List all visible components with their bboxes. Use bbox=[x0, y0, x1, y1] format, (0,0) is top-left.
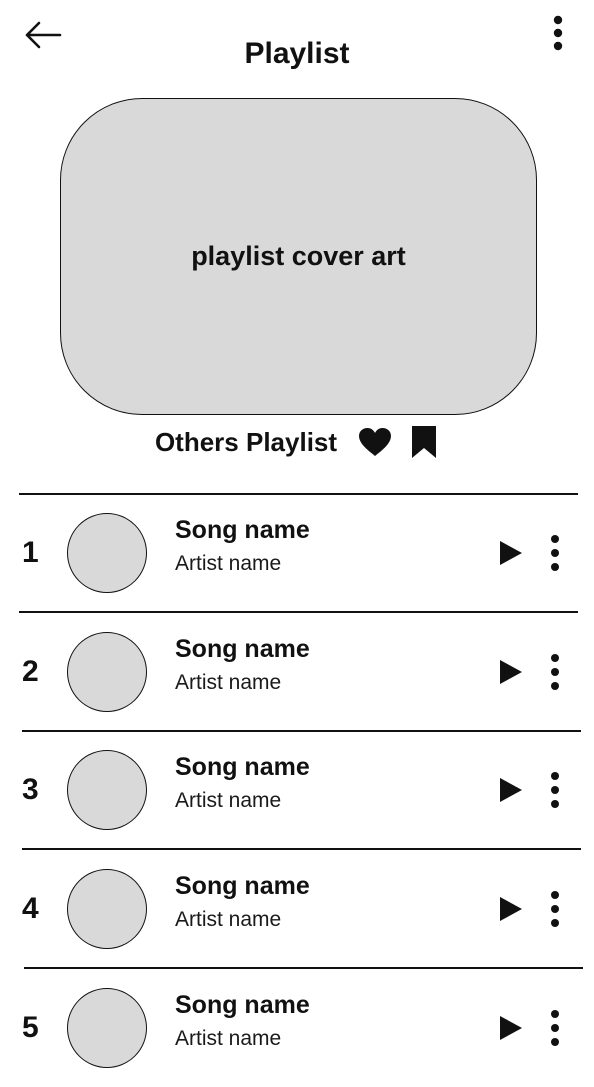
track-thumbnail bbox=[67, 750, 147, 830]
playlist-cover-art: playlist cover art bbox=[60, 98, 537, 415]
more-vertical-icon bbox=[553, 15, 563, 51]
track-more-button[interactable] bbox=[544, 534, 566, 572]
play-button[interactable] bbox=[496, 657, 526, 687]
artist-name: Artist name bbox=[175, 789, 282, 812]
track-number: 3 bbox=[22, 773, 39, 806]
track-row[interactable]: 2 Song name Artist name bbox=[0, 613, 594, 731]
song-name: Song name bbox=[175, 991, 310, 1019]
track-thumbnail bbox=[67, 513, 147, 593]
track-more-button[interactable] bbox=[544, 890, 566, 928]
track-row[interactable]: 1 Song name Artist name bbox=[0, 494, 594, 612]
bookmark-button[interactable] bbox=[409, 422, 439, 462]
play-button[interactable] bbox=[496, 775, 526, 805]
play-icon bbox=[500, 897, 522, 921]
song-name: Song name bbox=[175, 872, 310, 900]
track-thumbnail bbox=[67, 988, 147, 1068]
track-row[interactable]: 5 Song name Artist name bbox=[0, 969, 594, 1068]
more-options-button[interactable] bbox=[546, 14, 570, 54]
play-icon bbox=[500, 778, 522, 802]
track-thumbnail bbox=[67, 632, 147, 712]
track-row[interactable]: 4 Song name Artist name bbox=[0, 850, 594, 968]
play-icon bbox=[500, 541, 522, 565]
play-button[interactable] bbox=[496, 1013, 526, 1043]
playlist-owner-name: Others Playlist bbox=[154, 426, 338, 457]
play-button[interactable] bbox=[496, 538, 526, 568]
artist-name: Artist name bbox=[175, 908, 282, 931]
song-name: Song name bbox=[175, 635, 310, 663]
more-vertical-icon bbox=[551, 772, 559, 808]
song-name: Song name bbox=[175, 516, 310, 544]
track-more-button[interactable] bbox=[544, 653, 566, 691]
bookmark-icon bbox=[412, 426, 437, 458]
play-icon bbox=[500, 1016, 522, 1040]
cover-art-label: playlist cover art bbox=[191, 241, 406, 271]
more-vertical-icon bbox=[551, 654, 559, 690]
like-button[interactable] bbox=[355, 424, 395, 460]
artist-name: Artist name bbox=[175, 671, 282, 694]
song-name: Song name bbox=[175, 753, 310, 781]
track-more-button[interactable] bbox=[544, 1009, 566, 1047]
artist-name: Artist name bbox=[175, 552, 282, 575]
heart-icon bbox=[359, 428, 392, 456]
more-vertical-icon bbox=[551, 1010, 559, 1046]
playlist-owner-row: Others Playlist bbox=[0, 420, 594, 464]
play-button[interactable] bbox=[496, 894, 526, 924]
track-number: 1 bbox=[22, 536, 39, 569]
play-icon bbox=[500, 660, 522, 684]
track-row[interactable]: 3 Song name Artist name bbox=[0, 731, 594, 849]
artist-name: Artist name bbox=[175, 1027, 282, 1050]
track-number: 5 bbox=[22, 1011, 39, 1044]
page-title: Playlist bbox=[244, 37, 350, 70]
track-number: 2 bbox=[22, 655, 39, 688]
more-vertical-icon bbox=[551, 891, 559, 927]
track-number: 4 bbox=[22, 892, 39, 925]
track-more-button[interactable] bbox=[544, 771, 566, 809]
more-vertical-icon bbox=[551, 535, 559, 571]
track-thumbnail bbox=[67, 869, 147, 949]
